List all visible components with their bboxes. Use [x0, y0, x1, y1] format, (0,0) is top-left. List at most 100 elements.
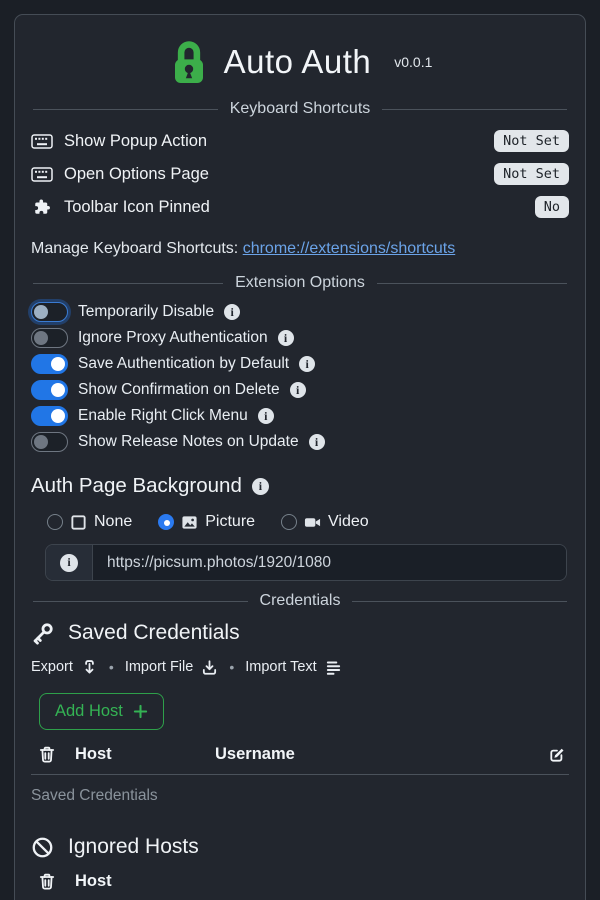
import-file-icon: [201, 659, 218, 676]
right-click-menu-toggle[interactable]: [31, 406, 68, 426]
toggle-label: Save Authentication by Default: [78, 355, 289, 373]
toggle-label: Show Release Notes on Update: [78, 433, 299, 451]
background-url-input[interactable]: [93, 545, 566, 580]
shortcut-label: Toolbar Icon Pinned: [64, 198, 210, 217]
toggle-knob: [51, 383, 65, 397]
square-outline-icon: [70, 514, 87, 531]
divider-extension-options: Extension Options: [33, 273, 567, 293]
radio-label: None: [94, 513, 132, 531]
picture-icon: [181, 514, 198, 531]
shortcut-status-badge: Not Set: [494, 130, 569, 152]
radio-video[interactable]: [281, 514, 297, 530]
export-icon: [81, 659, 98, 676]
add-host-button[interactable]: Add Host: [39, 693, 164, 730]
shortcut-label: Open Options Page: [64, 165, 209, 184]
export-label: Export: [31, 659, 73, 675]
divider-label: Credentials: [260, 592, 341, 610]
options-card: Auto Auth v0.0.1 Keyboard Shortcuts Show…: [14, 14, 586, 900]
info-icon[interactable]: [252, 478, 269, 495]
import-text-button[interactable]: Import Text: [245, 659, 341, 676]
manage-shortcuts-line: Manage Keyboard Shortcuts: chrome://exte…: [31, 240, 569, 258]
lock-icon: [168, 37, 210, 87]
ignore-proxy-toggle[interactable]: [31, 328, 68, 348]
toggle-label: Enable Right Click Menu: [78, 407, 248, 425]
shortcut-row-popup: Show Popup Action Not Set: [31, 130, 569, 152]
info-icon[interactable]: [299, 356, 315, 372]
radio-picture[interactable]: [158, 514, 174, 530]
release-notes-toggle[interactable]: [31, 432, 68, 452]
manage-shortcuts-text: Manage Keyboard Shortcuts:: [31, 240, 238, 257]
radio-option-picture[interactable]: Picture: [158, 513, 255, 531]
toolbar-separator: •: [227, 659, 236, 675]
trash-icon[interactable]: [37, 745, 57, 764]
app-title: Auto Auth: [224, 43, 372, 81]
puzzle-icon: [31, 198, 53, 216]
save-auth-toggle[interactable]: [31, 354, 68, 374]
keyboard-icon: [31, 167, 53, 182]
toggle-knob: [51, 357, 65, 371]
info-icon[interactable]: [224, 304, 240, 320]
input-info-addon: [46, 545, 93, 580]
saved-credentials-heading: Saved Credentials: [31, 619, 569, 647]
toggle-label: Ignore Proxy Authentication: [78, 329, 268, 347]
shortcut-status-badge: No: [535, 196, 569, 218]
export-button[interactable]: Export: [31, 659, 98, 676]
key-icon: [31, 622, 54, 645]
radio-option-video[interactable]: Video: [281, 513, 369, 531]
confirm-delete-toggle[interactable]: [31, 380, 68, 400]
info-icon[interactable]: [309, 434, 325, 450]
heading-text: Auth Page Background: [31, 474, 242, 498]
auth-background-heading: Auth Page Background: [31, 473, 569, 499]
credentials-io-toolbar: Export • Import File • Import: [31, 656, 569, 678]
app-header: Auto Auth v0.0.1: [31, 35, 569, 89]
edit-icon[interactable]: [547, 746, 567, 764]
trash-icon[interactable]: [37, 872, 57, 891]
info-icon[interactable]: [290, 382, 306, 398]
shortcut-row-pinned: Toolbar Icon Pinned No: [31, 196, 569, 218]
shortcut-row-options: Open Options Page Not Set: [31, 163, 569, 185]
heading-text: Saved Credentials: [68, 621, 240, 645]
toggle-knob: [34, 331, 48, 345]
add-host-label: Add Host: [55, 702, 123, 721]
toggle-row-ignore-proxy: Ignore Proxy Authentication: [31, 325, 569, 351]
toggle-row-release-notes: Show Release Notes on Update: [31, 429, 569, 455]
divider-keyboard-shortcuts: Keyboard Shortcuts: [33, 99, 567, 119]
import-text-icon: [325, 659, 342, 676]
radio-none[interactable]: [47, 514, 63, 530]
divider-label: Extension Options: [235, 274, 365, 292]
radio-label: Video: [328, 513, 369, 531]
background-type-radio-group: None Picture Video: [47, 512, 569, 532]
toggle-knob: [34, 435, 48, 449]
info-icon[interactable]: [278, 330, 294, 346]
divider-label: Keyboard Shortcuts: [230, 100, 371, 118]
radio-option-none[interactable]: None: [47, 513, 132, 531]
saved-credentials-table-header: Host Username: [31, 745, 569, 775]
toggle-row-temporarily-disable: Temporarily Disable: [31, 299, 569, 325]
toggle-knob: [51, 409, 65, 423]
heading-text: Ignored Hosts: [68, 835, 199, 859]
column-header-username: Username: [215, 745, 547, 764]
toggle-label: Show Confirmation on Delete: [78, 381, 280, 399]
saved-credentials-empty-state: Saved Credentials: [31, 787, 569, 805]
radio-label: Picture: [205, 513, 255, 531]
background-url-group: [45, 544, 567, 581]
column-header-host: Host: [75, 872, 215, 891]
app-version: v0.0.1: [394, 54, 432, 70]
info-icon[interactable]: [60, 554, 78, 572]
toggle-row-right-click: Enable Right Click Menu: [31, 403, 569, 429]
ignored-hosts-heading: Ignored Hosts: [31, 833, 569, 861]
toggle-row-confirm-delete: Show Confirmation on Delete: [31, 377, 569, 403]
toolbar-separator: •: [107, 659, 116, 675]
info-icon[interactable]: [258, 408, 274, 424]
toggle-knob: [34, 305, 48, 319]
shortcut-status-badge: Not Set: [494, 163, 569, 185]
import-file-button[interactable]: Import File: [125, 659, 219, 676]
video-camera-icon: [304, 514, 321, 531]
shortcut-label: Show Popup Action: [64, 132, 207, 151]
temporarily-disable-toggle[interactable]: [31, 302, 68, 322]
import-text-label: Import Text: [245, 659, 316, 675]
plus-icon: [133, 704, 148, 719]
ignored-hosts-table-header: Host: [31, 872, 569, 900]
shortcuts-settings-link[interactable]: chrome://extensions/shortcuts: [243, 240, 456, 257]
no-entry-icon: [31, 836, 54, 859]
